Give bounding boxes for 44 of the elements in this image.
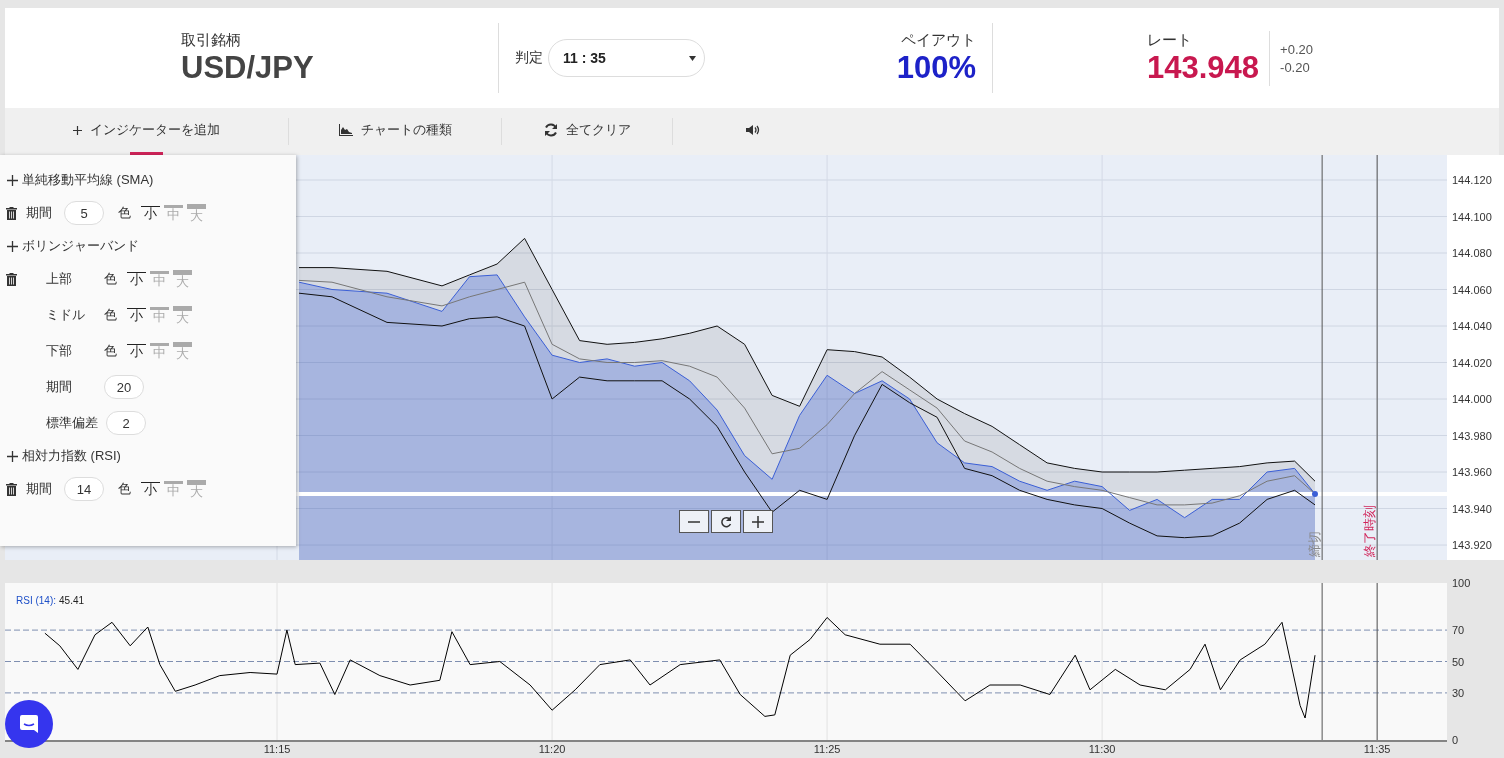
axis-label: 143.940 [1452,502,1492,515]
setting-label: 上部 [46,270,73,288]
axis-label: 144.000 [1452,393,1492,405]
setting-label: 下部 [46,342,73,360]
axis-label: 144.080 [1452,247,1492,259]
axis-label: 144.020 [1452,356,1492,369]
setting-label: 期間 [26,480,53,498]
axis-label: 70 [1452,624,1465,637]
axis-label: 144.100 [1452,210,1492,223]
axis-label: 11:20 [538,743,566,755]
spread-up: +0.20 [1280,41,1313,57]
axis-label: 30 [1452,686,1465,699]
axis-label: 11:35 [1363,743,1391,755]
axis-label: 143.920 [1452,539,1492,552]
axis-label: 144.040 [1452,320,1492,332]
payout-value: 100% [896,49,976,86]
setting-label: 期間 [26,204,53,222]
spread-down: -0.20 [1280,59,1311,75]
axis-label: 11:15 [263,743,291,755]
time-marker-label: 締切 [1307,531,1323,557]
setting-label: 標準偏差 [46,414,98,432]
axis-label: 100 [1452,577,1471,589]
indicator-title: 相対力指数 (RSI) [22,447,121,465]
indicator-title: 単純移動平均線 (SMA) [22,171,154,189]
setting-label: ミドル [46,306,86,324]
rsi-label: RSI (14): [16,595,56,606]
payout-label: ペイアウト [901,30,976,50]
axis-label: 50 [1452,655,1465,668]
symbol-label: 取引銘柄 [181,30,242,50]
setting-label: 期間 [46,378,73,396]
axis-label: 11:25 [813,743,841,755]
symbol-name: USD/JPY [181,49,315,86]
rate-value: 143.948 [1147,49,1260,86]
axis-label: 144.060 [1452,283,1492,296]
rsi-value: 45.41 [59,595,85,606]
indicator-title: ボリンジャーバンド [22,237,139,255]
axis-label: 11:30 [1088,743,1116,755]
time-marker-label: 終了時刻 [1362,505,1378,557]
axis-label: 143.960 [1452,466,1492,479]
expiry-label: 判定 [515,49,543,67]
axis-label: 144.120 [1452,174,1492,186]
rate-label: レート [1147,30,1193,50]
axis-label: 143.980 [1452,429,1492,442]
axis-label: 0 [1452,734,1459,746]
